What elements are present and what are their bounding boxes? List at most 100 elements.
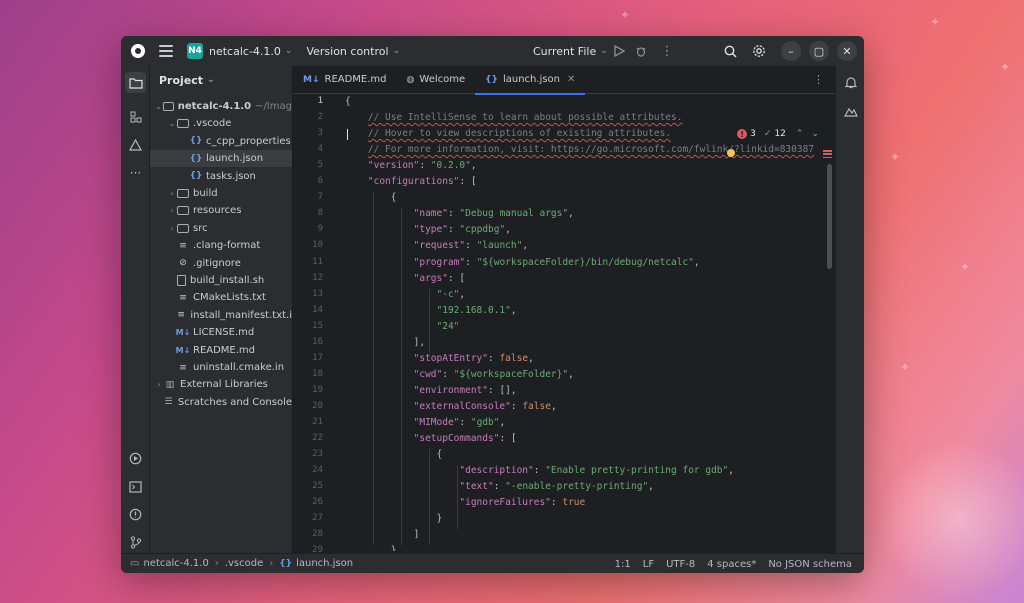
tab-readme[interactable]: M↓ README.md: [293, 66, 397, 94]
vertical-scrollbar[interactable]: [827, 164, 832, 269]
tree-item[interactable]: ⌄ .vscode: [150, 115, 292, 132]
search-icon[interactable]: [722, 43, 738, 59]
code-line[interactable]: ]: [345, 529, 420, 540]
code-line[interactable]: "environment": [],: [345, 385, 517, 396]
code-line[interactable]: "externalConsole": false,: [345, 401, 557, 412]
code-line[interactable]: // Hover to view descriptions of existin…: [345, 128, 671, 139]
line-separator[interactable]: LF: [643, 559, 654, 570]
intention-bulb-icon[interactable]: [727, 149, 735, 157]
chevron-down-icon[interactable]: ⌄: [167, 119, 177, 128]
app-logo-icon[interactable]: [131, 44, 145, 58]
code-line[interactable]: "request": "launch",: [345, 240, 528, 251]
code-line[interactable]: ],: [345, 337, 425, 348]
git-branch-icon[interactable]: [125, 532, 146, 553]
code-line[interactable]: }: [345, 545, 397, 551]
tree-item[interactable]: build_install.sh: [150, 272, 292, 289]
settings-gear-icon[interactable]: [751, 43, 767, 59]
code-line[interactable]: {: [345, 449, 443, 460]
problems-icon[interactable]: [125, 504, 146, 525]
tree-item[interactable]: › resources: [150, 202, 292, 219]
chevron-right-icon[interactable]: ›: [167, 189, 177, 198]
tree-item[interactable]: {} tasks.json: [150, 168, 292, 185]
tree-item[interactable]: › build: [150, 185, 292, 202]
code-line[interactable]: "name": "Debug manual args",: [345, 208, 574, 219]
project-tool-folder-icon[interactable]: [125, 72, 146, 93]
code-line[interactable]: "setupCommands": [: [345, 433, 517, 444]
cmake-icon[interactable]: [125, 134, 146, 155]
project-panel-header[interactable]: Project ⌄: [150, 66, 292, 94]
code-line[interactable]: }: [345, 513, 443, 524]
tree-item[interactable]: › ▥ External Libraries: [150, 376, 292, 393]
chevron-down-icon[interactable]: ⌄: [154, 102, 163, 111]
chevron-down-icon[interactable]: ⌄: [285, 46, 293, 56]
code-line[interactable]: "MIMode": "gdb",: [345, 417, 506, 428]
chevron-right-icon[interactable]: ›: [167, 206, 177, 215]
run-configuration-selector[interactable]: Current File ⌄: [533, 36, 608, 66]
structure-icon[interactable]: [125, 106, 146, 127]
maximize-button[interactable]: ▢: [809, 41, 829, 61]
code-content[interactable]: { // Use IntelliSense to learn about pos…: [345, 96, 815, 551]
more-tools-icon[interactable]: ···: [125, 162, 146, 183]
code-line[interactable]: // For more information, visit: https://…: [345, 144, 814, 155]
breadcrumb-project[interactable]: netcalc-4.1.0: [143, 558, 208, 569]
code-line[interactable]: "configurations": [: [345, 176, 477, 187]
services-icon[interactable]: [125, 448, 146, 469]
chevron-right-icon[interactable]: ›: [167, 224, 177, 233]
tab-welcome[interactable]: ◍ Welcome: [397, 66, 476, 94]
tree-item[interactable]: ⌄ netcalc-4.1.0 ~/Imag: [150, 98, 292, 115]
notifications-bell-icon[interactable]: [840, 72, 861, 93]
code-line[interactable]: "program": "${workspaceFolder}/bin/debug…: [345, 257, 700, 268]
code-line[interactable]: "stopAtEntry": false,: [345, 353, 534, 364]
project-switcher[interactable]: netcalc-4.1.0: [209, 45, 281, 58]
tree-item[interactable]: ≡ uninstall.cmake.in: [150, 359, 292, 376]
indentation[interactable]: 4 spaces*: [707, 559, 756, 570]
terminal-icon[interactable]: [125, 476, 146, 497]
code-line[interactable]: "args": [: [345, 273, 466, 284]
code-line[interactable]: {: [345, 96, 351, 107]
tree-item[interactable]: ≡ install_manifest.txt.i: [150, 307, 292, 324]
tree-item[interactable]: M↓ LICENSE.md: [150, 324, 292, 341]
caret-position[interactable]: 1:1: [615, 559, 631, 570]
code-line[interactable]: "text": "-enable-pretty-printing",: [345, 481, 654, 492]
close-tab-icon[interactable]: ✕: [567, 74, 575, 85]
tree-item[interactable]: › src: [150, 220, 292, 237]
chevron-down-icon[interactable]: ⌄: [393, 46, 401, 56]
debug-icon[interactable]: [633, 43, 649, 59]
error-stripe-marker[interactable]: [823, 150, 832, 158]
tab-launch-json[interactable]: {} launch.json ✕: [475, 66, 586, 95]
tree-item[interactable]: ≡ CMakeLists.txt: [150, 289, 292, 306]
code-line[interactable]: "-c",: [345, 289, 466, 300]
tree-item[interactable]: ⊘ .gitignore: [150, 255, 292, 272]
code-line[interactable]: "version": "0.2.0",: [345, 160, 477, 171]
ai-assistant-icon[interactable]: [840, 100, 861, 121]
chevron-right-icon[interactable]: ›: [154, 380, 164, 389]
tree-item[interactable]: M↓ README.md: [150, 342, 292, 359]
close-window-button[interactable]: ✕: [837, 41, 857, 61]
code-line[interactable]: "192.168.0.1",: [345, 305, 517, 316]
breadcrumb-folder[interactable]: .vscode: [225, 558, 263, 569]
run-icon[interactable]: [611, 43, 627, 59]
tree-item[interactable]: ☰ Scratches and Console: [150, 394, 292, 411]
code-line[interactable]: "cwd": "${workspaceFolder}",: [345, 369, 574, 380]
code-line[interactable]: "description": "Enable pretty-printing f…: [345, 465, 734, 476]
code-line[interactable]: // Use IntelliSense to learn about possi…: [345, 112, 683, 123]
inspection-widget[interactable]: ! 3 ✓ 12 ⌃ ⌄: [737, 129, 819, 139]
version-control-menu[interactable]: Version control: [306, 45, 388, 58]
json-schema[interactable]: No JSON schema: [768, 559, 852, 570]
file-encoding[interactable]: UTF-8: [666, 559, 695, 570]
more-actions-icon[interactable]: ⋮: [659, 43, 675, 59]
code-line[interactable]: "ignoreFailures": true: [345, 497, 585, 508]
tree-item[interactable]: {} launch.json: [150, 150, 292, 168]
code-line[interactable]: "type": "cppdbg",: [345, 224, 511, 235]
next-problem-icon[interactable]: ⌄: [811, 129, 819, 139]
tab-actions-icon[interactable]: ⋮: [813, 73, 824, 86]
main-menu-icon[interactable]: [159, 45, 173, 57]
tree-item[interactable]: {} c_cpp_properties: [150, 133, 292, 150]
minimize-button[interactable]: –: [781, 41, 801, 61]
code-line[interactable]: {: [345, 192, 397, 203]
previous-problem-icon[interactable]: ⌃: [796, 129, 804, 139]
tree-item[interactable]: ≡ .clang-format: [150, 237, 292, 254]
project-badge[interactable]: N4: [187, 43, 203, 59]
breadcrumb-file[interactable]: launch.json: [296, 558, 353, 569]
code-line[interactable]: "24": [345, 321, 460, 332]
